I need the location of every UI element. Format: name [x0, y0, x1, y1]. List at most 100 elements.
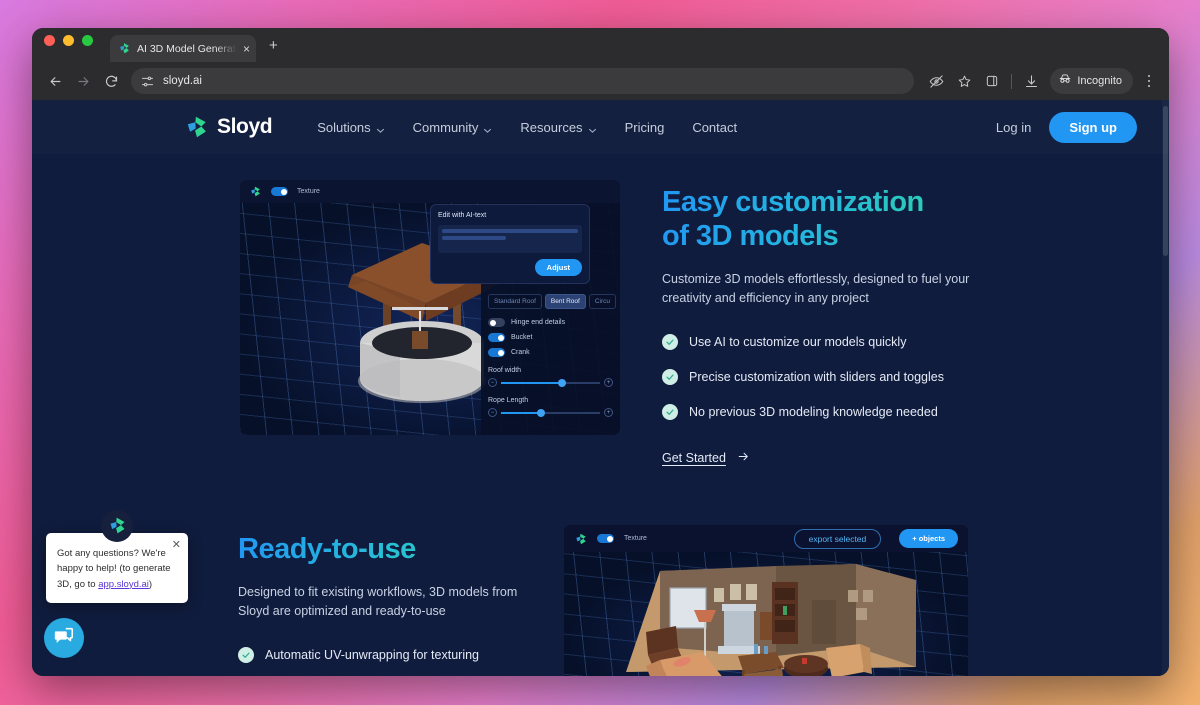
decrement-icon[interactable]: −: [488, 408, 497, 417]
nav-item-pricing[interactable]: Pricing: [625, 120, 665, 135]
crank-toggle[interactable]: [488, 348, 505, 357]
kebab-menu-icon[interactable]: [1139, 74, 1159, 88]
browser-tab[interactable]: AI 3D Model Generator - Crea ×: [110, 35, 256, 62]
edit-with-ai-card: Edit with AI-text Adjust: [430, 204, 590, 284]
section2-subtitle: Designed to fit existing workflows, 3D m…: [238, 585, 518, 619]
toolbar-actions: Incognito: [923, 68, 1159, 94]
forward-arrow-icon[interactable]: [70, 68, 96, 94]
slider-rope-length[interactable]: − +: [488, 408, 613, 417]
chat-link[interactable]: app.sloyd.ai: [98, 579, 149, 590]
section-easy-customization: Texture Wells: [32, 154, 1169, 467]
star-icon[interactable]: [951, 68, 977, 94]
app-toolbar: Texture: [240, 180, 620, 203]
side-panel-icon[interactable]: [979, 68, 1005, 94]
download-icon[interactable]: [1018, 68, 1044, 94]
eye-slash-icon[interactable]: [923, 68, 949, 94]
scrollbar-thumb[interactable]: [1163, 106, 1168, 256]
sloyd-logo-icon: [118, 42, 131, 55]
slider-knob[interactable]: [536, 408, 545, 417]
close-window-button[interactable]: [44, 35, 55, 46]
ai-card-title: Edit with AI-text: [438, 212, 487, 219]
reload-icon[interactable]: [98, 68, 124, 94]
slider-knob[interactable]: [558, 378, 567, 387]
slider-label-rope-length: Rope Length: [488, 397, 529, 404]
site-logo[interactable]: Sloyd: [184, 114, 273, 140]
login-link[interactable]: Log in: [996, 120, 1031, 135]
chat-launcher-button[interactable]: [44, 618, 84, 658]
address-bar[interactable]: sloyd.ai: [131, 68, 915, 94]
toggle-row-hinge-end-details: Hinge end details: [488, 318, 613, 327]
feature-item: No previous 3D modeling knowledge needed: [662, 404, 972, 421]
check-circle-icon: [238, 647, 254, 664]
signup-button[interactable]: Sign up: [1049, 111, 1137, 143]
bucket-toggle[interactable]: [488, 333, 505, 342]
nav-item-solutions[interactable]: Solutions: [317, 120, 384, 135]
feature-label: Use AI to customize our models quickly: [689, 335, 907, 350]
ai-text-line: [442, 236, 506, 240]
chat-message: Got any questions? We're happy to help! …: [57, 546, 177, 592]
nav-item-community[interactable]: Community: [413, 120, 493, 135]
close-icon[interactable]: ✕: [172, 538, 181, 551]
toolbar-divider: [1011, 73, 1013, 89]
feature-label: No previous 3D modeling knowledge needed: [689, 405, 938, 420]
slider-label-roof-width: Roof width: [488, 367, 522, 374]
maximize-window-button[interactable]: [82, 35, 93, 46]
slider-track[interactable]: [501, 378, 600, 387]
nav-item-resources[interactable]: Resources: [520, 120, 596, 135]
back-arrow-icon[interactable]: [42, 68, 68, 94]
app-toolbar: Texture export selected + objects: [564, 525, 968, 553]
new-tab-button[interactable]: +: [269, 37, 278, 62]
tune-icon[interactable]: [140, 74, 155, 89]
page-viewport: Sloyd Solutions Community Resources Pric…: [32, 100, 1169, 676]
section1-heading: Easy customization of 3D models: [662, 186, 972, 253]
slider-roof-width[interactable]: − +: [488, 378, 613, 387]
nav-label: Solutions: [317, 119, 371, 135]
adjust-button[interactable]: Adjust: [534, 259, 582, 276]
tab-title: AI 3D Model Generator - Crea: [137, 42, 237, 55]
get-started-label: Get Started: [662, 451, 726, 466]
toggle-row-crank: Crank: [488, 348, 613, 357]
nav-label: Community: [412, 119, 479, 135]
texture-toggle-label: Texture: [624, 535, 647, 543]
incognito-indicator[interactable]: Incognito: [1050, 68, 1133, 94]
feature-item: Automatic UV-unwrapping for texturing: [238, 647, 538, 664]
viewport-3d-room[interactable]: [564, 552, 968, 676]
increment-icon[interactable]: +: [604, 408, 613, 417]
segment-standard-roof[interactable]: Standard Roof: [488, 294, 542, 309]
add-objects-button[interactable]: + objects: [899, 529, 958, 549]
close-tab-button[interactable]: ×: [243, 43, 250, 55]
toggle-row-bucket: Bucket: [488, 333, 613, 342]
section-ready-to-use: Ready-to-use Designed to fit existing wo…: [32, 467, 1169, 676]
minimize-window-button[interactable]: [63, 35, 74, 46]
app-screenshot-customizer: Texture Wells: [240, 180, 620, 435]
section1-feature-list: Use AI to customize our models quickly P…: [662, 334, 972, 421]
segment-bent-roof[interactable]: Bent Roof: [544, 294, 586, 309]
nav-links: Solutions Community Resources Pricing Co…: [317, 120, 737, 135]
chat-message-part2: ): [148, 578, 153, 590]
section1-copy: Easy customization of 3D models Customiz…: [662, 180, 972, 467]
nav-item-contact[interactable]: Contact: [692, 120, 737, 135]
section1-subtitle: Customize 3D models effortlessly, design…: [662, 272, 970, 306]
ai-text-input[interactable]: [438, 225, 582, 253]
texture-toggle[interactable]: [597, 534, 614, 544]
get-started-link[interactable]: Get Started: [662, 450, 751, 466]
chevron-down-icon: [483, 123, 492, 133]
browser-window: AI 3D Model Generator - Crea × + sloyd.a…: [32, 28, 1169, 676]
nav-auth-actions: Log in Sign up: [996, 111, 1137, 143]
page-scrollbar[interactable]: [1162, 100, 1169, 676]
texture-toggle-label: Texture: [297, 188, 320, 195]
check-circle-icon: [662, 369, 678, 386]
segment-circular-roof[interactable]: Circu: [588, 294, 617, 309]
nav-label: Contact: [692, 119, 738, 135]
hinge-end-details-toggle[interactable]: [488, 318, 505, 327]
slider-track[interactable]: [501, 408, 600, 417]
export-selected-button[interactable]: export selected: [793, 528, 882, 549]
texture-toggle[interactable]: [271, 187, 288, 196]
ai-text-line: [442, 229, 578, 233]
arrow-right-icon: [736, 450, 751, 466]
increment-icon[interactable]: +: [604, 378, 613, 387]
slider-fill: [501, 411, 541, 414]
decrement-icon[interactable]: −: [488, 378, 497, 387]
chat-bubble-icon: [53, 625, 75, 652]
check-circle-icon: [662, 404, 678, 421]
